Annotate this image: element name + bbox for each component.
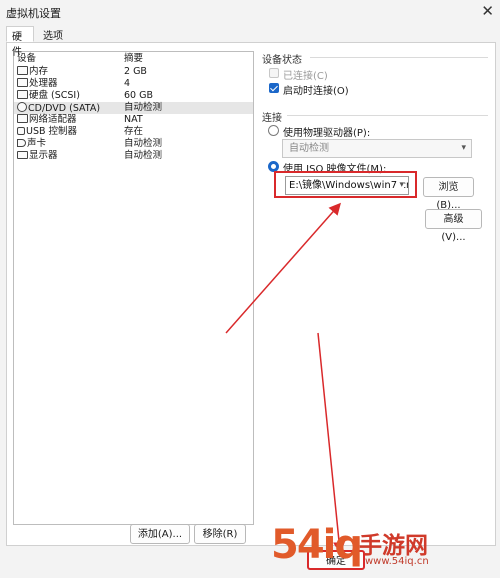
device-summary: NAT xyxy=(124,114,143,125)
close-icon[interactable]: ✕ xyxy=(481,2,494,20)
tab-options[interactable]: 选项 xyxy=(38,26,70,42)
device-row-harddisk[interactable]: 硬盘 (SCSI) 60 GB xyxy=(14,90,253,102)
connected-label: 已连接(C) xyxy=(283,71,328,82)
network-adapter-icon xyxy=(17,114,28,123)
device-row-processor[interactable]: 处理器 4 xyxy=(14,78,253,90)
chevron-down-icon: ▾ xyxy=(461,143,466,153)
summary-column-header: 摘要 xyxy=(124,53,144,64)
highlight-box-iso-path xyxy=(274,171,417,198)
watermark-logo: 54iq 手游网 www.54iq.cn xyxy=(271,522,496,576)
browse-button[interactable]: 浏览(B)... xyxy=(423,177,474,211)
device-summary: 60 GB xyxy=(124,90,153,101)
device-name: USB 控制器 xyxy=(26,126,78,137)
device-status-label: 设备状态 xyxy=(262,55,302,66)
device-summary: 自动检测 xyxy=(124,150,163,161)
device-name: 内存 xyxy=(29,66,49,77)
device-summary: 自动检测 xyxy=(124,138,163,149)
tab-hardware[interactable]: 硬件 xyxy=(6,26,34,58)
connected-checkbox[interactable] xyxy=(269,68,279,78)
settings-panel: 设备 摘要 内存 2 GB 处理器 4 硬盘 (SCSI) 60 GB CD/D… xyxy=(6,42,496,547)
window-title: 虚拟机设置 xyxy=(6,7,61,20)
device-name: 网络适配器 xyxy=(29,114,77,125)
device-row-usb[interactable]: USB 控制器 存在 xyxy=(14,126,253,138)
usb-icon xyxy=(17,127,25,135)
divider xyxy=(310,57,488,58)
physical-drive-select[interactable]: 自动检测 ▾ xyxy=(282,139,472,158)
device-row-memory[interactable]: 内存 2 GB xyxy=(14,66,253,78)
device-row-sound[interactable]: 声卡 自动检测 xyxy=(14,138,253,150)
device-name: 处理器 xyxy=(29,78,58,89)
device-name: 声卡 xyxy=(27,138,47,149)
physical-drive-radio[interactable] xyxy=(268,125,279,136)
title-bar: 虚拟机设置 ✕ xyxy=(0,0,500,24)
display-icon xyxy=(17,151,28,159)
device-list: 设备 摘要 内存 2 GB 处理器 4 硬盘 (SCSI) 60 GB CD/D… xyxy=(13,51,254,525)
device-row-display[interactable]: 显示器 自动检测 xyxy=(14,150,253,162)
device-summary: 存在 xyxy=(124,126,144,137)
sound-card-icon xyxy=(17,139,26,147)
cd-dvd-icon xyxy=(17,102,27,112)
device-name: 硬盘 (SCSI) xyxy=(29,90,80,101)
connect-at-power-on-label: 启动时连接(O) xyxy=(283,86,349,97)
physical-drive-label: 使用物理驱动器(P): xyxy=(283,128,371,139)
add-button[interactable]: 添加(A)... xyxy=(130,524,190,544)
remove-button[interactable]: 移除(R) xyxy=(194,524,246,544)
memory-icon xyxy=(17,66,28,75)
device-name: CD/DVD (SATA) xyxy=(28,103,101,114)
divider xyxy=(287,115,488,116)
watermark-number: 54iq xyxy=(271,522,363,568)
device-summary: 4 xyxy=(124,78,131,89)
device-row-cd-dvd[interactable]: CD/DVD (SATA) 自动检测 xyxy=(14,102,253,114)
device-summary: 2 GB xyxy=(124,66,147,77)
harddisk-icon xyxy=(17,90,28,99)
connect-at-power-on-checkbox[interactable] xyxy=(269,83,279,93)
device-summary: 自动检测 xyxy=(124,102,163,113)
watermark-url: www.54iq.cn xyxy=(365,556,429,567)
physical-drive-value: 自动检测 xyxy=(289,143,329,154)
watermark-site: 手游网 xyxy=(359,533,428,559)
processor-icon xyxy=(17,78,28,87)
device-name: 显示器 xyxy=(29,150,58,161)
advanced-button[interactable]: 高级(V)... xyxy=(425,209,482,243)
device-row-network[interactable]: 网络适配器 NAT xyxy=(14,114,253,126)
device-list-header: 设备 摘要 xyxy=(14,52,253,66)
connection-label: 连接 xyxy=(262,113,282,124)
arrow-to-ok-button xyxy=(317,332,346,547)
